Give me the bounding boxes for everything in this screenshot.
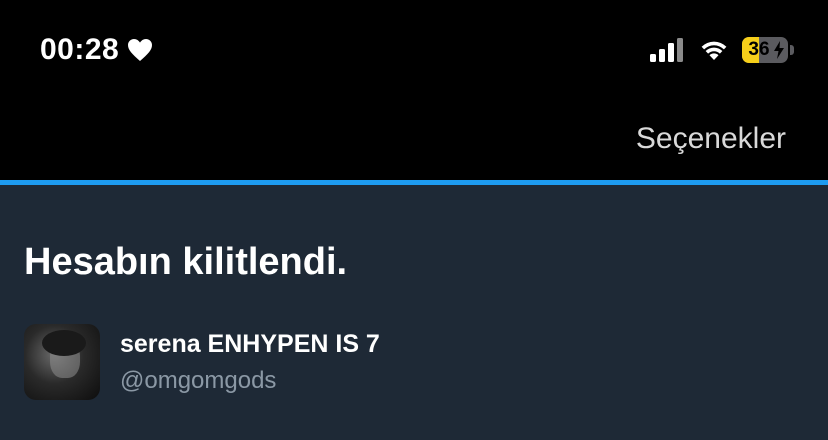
wifi-icon bbox=[701, 41, 727, 60]
display-name: serena ENHYPEN IS 7 bbox=[120, 329, 380, 358]
status-bar-left: 00:28 bbox=[40, 30, 153, 70]
status-bar-right: 36 bbox=[650, 33, 794, 67]
battery-level: 36 bbox=[748, 39, 770, 60]
top-bar: 00:28 36 Seçenekler bbox=[0, 0, 828, 180]
bolt-icon bbox=[774, 41, 784, 59]
avatar bbox=[24, 324, 100, 400]
account-text: serena ENHYPEN IS 7 @omgomgods bbox=[120, 330, 380, 395]
page-title: Hesabın kilitlendi. bbox=[24, 241, 348, 283]
main-content: Hesabın kilitlendi. serena ENHYPEN IS 7 … bbox=[0, 185, 828, 440]
battery-cap bbox=[790, 45, 794, 55]
account-row: serena ENHYPEN IS 7 @omgomgods bbox=[24, 323, 380, 401]
battery-icon: 36 bbox=[742, 37, 794, 63]
status-time: 00:28 bbox=[40, 33, 120, 66]
options-button[interactable]: Seçenekler bbox=[636, 122, 786, 156]
avatar-hair bbox=[42, 330, 86, 356]
username: @omgomgods bbox=[120, 366, 277, 394]
heart-icon bbox=[128, 39, 153, 61]
signal-icon bbox=[650, 38, 683, 62]
